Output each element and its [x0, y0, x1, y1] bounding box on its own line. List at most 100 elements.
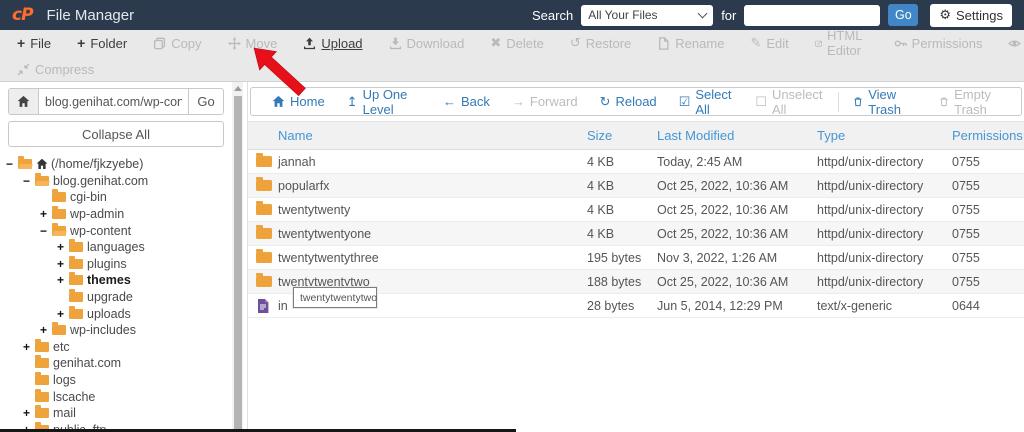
forward-button[interactable]: → Forward [501, 94, 589, 109]
delete-button[interactable]: ✖ Delete [477, 30, 556, 56]
tree-item-themes[interactable]: + themes [0, 272, 232, 289]
view-trash-button[interactable]: View Trash [842, 87, 928, 117]
column-header-name[interactable]: Name [278, 128, 587, 143]
cell-size: 4 KB [587, 178, 615, 193]
expand-icon[interactable]: + [57, 273, 69, 287]
collapse-all-button[interactable]: Collapse All [8, 121, 224, 147]
search-input[interactable] [744, 4, 881, 26]
forward-button-label: Forward [529, 94, 578, 109]
cell-permissions: 0755 [952, 250, 980, 265]
cell-name: twentytwentyone [278, 226, 372, 241]
tree-item-label: mail [53, 406, 76, 421]
empty-trash-label: Empty Trash [954, 86, 991, 117]
tree-item-lscache[interactable]: lscache [0, 388, 232, 405]
collapse-icon[interactable]: − [23, 174, 35, 188]
sidebar-scrollbar-track[interactable] [232, 82, 243, 432]
move-icon [227, 36, 241, 50]
cell-size: 28 bytes [587, 298, 635, 313]
file-button[interactable]: + File [4, 30, 64, 56]
folder-icon [256, 153, 272, 167]
copy-button-label: Copy [171, 35, 202, 51]
column-header-size[interactable]: Size [587, 128, 657, 143]
tree-item-wp-includes[interactable]: + wp-includes [0, 322, 232, 339]
reload-button-label: Reload [615, 94, 657, 109]
unselect-all-button[interactable]: ☐ Unselect All [744, 87, 833, 117]
expand-icon[interactable]: + [23, 340, 35, 354]
move-button-label: Move [245, 35, 278, 51]
reload-button[interactable]: ↻ Reload [589, 94, 668, 110]
upload-button[interactable]: Upload [290, 30, 375, 56]
column-header-permissions[interactable]: Permissions [952, 128, 1024, 143]
cell-last-modified: Nov 3, 2022, 1:26 AM [657, 250, 778, 265]
copy-button[interactable]: Copy [140, 30, 214, 56]
collapse-icon[interactable]: − [40, 224, 52, 238]
move-button[interactable]: Move [215, 30, 291, 56]
download-button[interactable]: Download [376, 30, 478, 56]
column-header-type[interactable]: Type [817, 128, 952, 143]
home-path-button[interactable] [9, 89, 39, 114]
select-all-button[interactable]: ☑ Select All [668, 87, 745, 117]
folder-button[interactable]: + Folder [64, 30, 140, 56]
tree-item-plugins[interactable]: + plugins [0, 255, 232, 273]
rename-button[interactable]: Rename [644, 30, 737, 56]
tree-item-mail[interactable]: + mail [0, 405, 232, 422]
page-title: File Manager [46, 6, 135, 24]
tree-item-wp-admin[interactable]: + wp-admin [0, 206, 232, 223]
expand-icon[interactable]: + [57, 240, 69, 254]
tree-item-wp-content[interactable]: − wp-content [0, 222, 232, 239]
permissions-button[interactable]: Permissions [881, 30, 996, 56]
table-row[interactable]: popularfx 4 KB Oct 25, 2022, 10:36 AM ht… [248, 174, 1024, 198]
settings-button[interactable]: ⚙ Settings [930, 3, 1012, 27]
upload-button-label: Upload [321, 35, 363, 51]
table-row[interactable]: jannah 4 KB Today, 2:45 AM httpd/unix-di… [248, 150, 1024, 174]
cell-name: twentytwenty [278, 202, 351, 217]
file-button-label: File [30, 35, 52, 51]
table-row[interactable]: twentytwentythree 195 bytes Nov 3, 2022,… [248, 246, 1024, 270]
filename-tooltip: twentytwentytwo [292, 286, 378, 309]
tree-item-cgi-bin[interactable]: cgi-bin [0, 189, 232, 206]
home-button[interactable]: Home [261, 94, 336, 109]
tree-item-languages[interactable]: + languages [0, 239, 232, 256]
table-row[interactable]: twentytwenty 4 KB Oct 25, 2022, 10:36 AM… [248, 198, 1024, 222]
tree-item-etc[interactable]: + etc [0, 338, 232, 356]
path-go-button[interactable]: Go [188, 89, 223, 114]
tree-item-label: cgi-bin [70, 190, 107, 205]
expand-icon[interactable]: + [40, 323, 52, 337]
table-row[interactable]: twentytwentyone 4 KB Oct 25, 2022, 10:36… [248, 222, 1024, 246]
expand-icon[interactable]: + [23, 406, 35, 420]
upload-icon [304, 37, 316, 49]
tree-item-upgrade[interactable]: upgrade [0, 289, 232, 306]
tree-item-genihat-com[interactable]: genihat.com [0, 355, 232, 372]
expand-icon[interactable]: + [57, 257, 69, 271]
delete-x-icon: ✖ [490, 35, 502, 50]
view-button[interactable]: View [995, 30, 1024, 56]
tree-item-blog-genihat-com[interactable]: − blog.genihat.com [0, 172, 232, 190]
plus-icon: + [17, 35, 26, 51]
sidebar: Go Collapse All − (/home/fjkzyebe) − blo… [0, 82, 232, 432]
cell-size: 4 KB [587, 154, 615, 169]
scroll-up-icon[interactable] [234, 86, 242, 91]
tree-item-logs[interactable]: logs [0, 372, 232, 389]
restore-button[interactable]: ↺ Restore [557, 30, 644, 56]
restore-icon: ↺ [569, 35, 581, 50]
file-nav-toolbar: Home ↥ Up One Level ← Back → Forward ↻ R… [250, 87, 1022, 117]
path-input[interactable] [39, 89, 188, 114]
up-one-level-button[interactable]: ↥ Up One Level [336, 87, 432, 117]
compress-button[interactable]: Compress [4, 56, 107, 82]
cell-name: popularfx [278, 178, 330, 193]
tree-item-home[interactable]: − (/home/fjkzyebe) [0, 156, 232, 173]
search-scope-select[interactable]: All Your Files [581, 4, 714, 26]
html-editor-button[interactable]: HTML Editor [802, 28, 881, 58]
sidebar-scrollbar-thumb[interactable] [233, 96, 242, 429]
expand-icon[interactable]: + [57, 307, 69, 321]
back-button[interactable]: ← Back [432, 94, 501, 109]
expand-icon[interactable]: + [40, 207, 52, 221]
tree-item-label: languages [87, 240, 145, 255]
tree-item-uploads[interactable]: + uploads [0, 305, 232, 322]
empty-trash-button[interactable]: Empty Trash [928, 87, 1021, 117]
column-header-last-modified[interactable]: Last Modified [657, 128, 817, 143]
edit-button[interactable]: ✎ Edit [737, 30, 801, 56]
search-go-button[interactable]: Go [888, 4, 919, 26]
collapse-icon[interactable]: − [6, 157, 18, 171]
folder-icon [256, 273, 272, 287]
